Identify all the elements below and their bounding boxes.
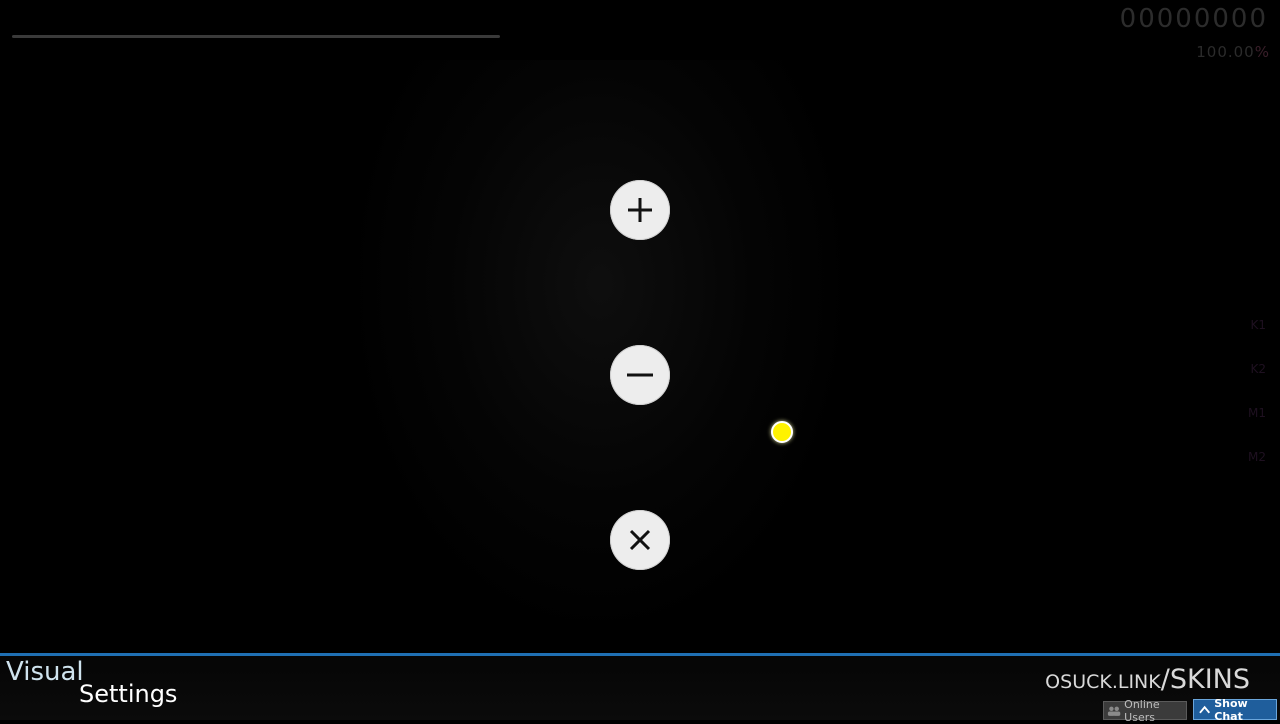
key-m1: M1 bbox=[1248, 406, 1266, 420]
chevron-up-icon bbox=[1199, 705, 1211, 713]
cursor bbox=[771, 421, 793, 443]
minus-icon bbox=[627, 373, 653, 377]
online-users-button[interactable]: Online Users bbox=[1103, 698, 1187, 724]
close-icon bbox=[629, 529, 651, 551]
key-overlay: K1 K2 M1 M2 bbox=[1236, 318, 1266, 494]
users-icon bbox=[1107, 706, 1121, 716]
key-k2: K2 bbox=[1250, 362, 1266, 376]
show-chat-button[interactable]: Show Chat bbox=[1193, 696, 1277, 723]
background-image bbox=[360, 60, 840, 620]
close-button[interactable] bbox=[610, 510, 670, 570]
screen-title-line2: Settings bbox=[79, 680, 178, 708]
screen-title-line1: Visual bbox=[6, 657, 84, 687]
key-m2: M2 bbox=[1248, 450, 1266, 464]
score-display: 00000000 bbox=[1119, 4, 1268, 34]
plus-button[interactable] bbox=[610, 180, 670, 240]
plus-icon bbox=[628, 198, 652, 222]
branding-prefix: OSUCK.LINK bbox=[1045, 671, 1161, 693]
song-progress-bar bbox=[12, 35, 500, 38]
minus-button[interactable] bbox=[610, 345, 670, 405]
branding-suffix: SKINS bbox=[1169, 664, 1250, 695]
show-chat-label: Show Chat bbox=[1214, 696, 1248, 723]
accuracy-value: 100.00 bbox=[1196, 43, 1255, 61]
branding-link[interactable]: OSUCK.LINK/SKINS bbox=[1045, 664, 1250, 695]
accuracy-unit: % bbox=[1254, 43, 1270, 61]
key-k1: K1 bbox=[1250, 318, 1266, 332]
branding-slash: / bbox=[1160, 664, 1170, 695]
accuracy-display: 100.00% bbox=[1196, 43, 1270, 61]
